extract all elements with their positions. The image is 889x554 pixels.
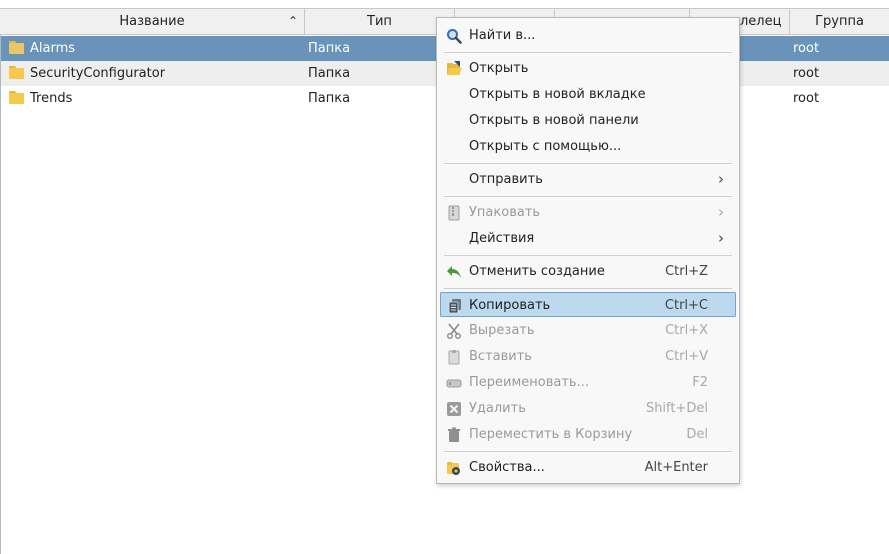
menu-label: Переместить в Корзину bbox=[469, 427, 633, 442]
menu-shortcut: Shift+Del bbox=[645, 401, 708, 416]
undo-icon bbox=[447, 266, 461, 278]
menu-item-move-to-trash[interactable]: Переместить в Корзину Del bbox=[440, 422, 736, 447]
column-header-group[interactable]: Группа bbox=[790, 9, 889, 34]
column-type-label: Тип bbox=[367, 14, 392, 29]
menu-label: Действия bbox=[469, 231, 535, 246]
properties-icon bbox=[447, 462, 460, 475]
menu-separator bbox=[444, 163, 732, 164]
menu-label: Копировать bbox=[469, 298, 551, 313]
copy-icon bbox=[448, 299, 461, 314]
menu-label: Открыть в новой вкладке bbox=[469, 87, 646, 102]
menu-label: Отправить bbox=[469, 172, 543, 187]
menu-item-pack[interactable]: Упаковать › bbox=[440, 200, 736, 225]
file-type: Папка bbox=[308, 66, 351, 81]
file-group: root bbox=[793, 66, 820, 81]
trash-icon bbox=[448, 427, 460, 442]
menu-shortcut: Ctrl+C bbox=[664, 298, 708, 313]
chevron-right-icon: › bbox=[718, 203, 724, 221]
menu-label: Удалить bbox=[469, 401, 526, 416]
menu-label: Вставить bbox=[469, 349, 532, 364]
menu-separator bbox=[444, 255, 732, 256]
search-icon bbox=[447, 29, 462, 44]
menu-item-find[interactable]: Найти в... bbox=[440, 23, 736, 48]
rename-icon bbox=[446, 379, 462, 388]
menu-label: Открыть bbox=[469, 61, 529, 76]
menu-label: Открыть в новой панели bbox=[469, 113, 639, 128]
chevron-right-icon: › bbox=[718, 170, 724, 188]
menu-item-paste[interactable]: Вставить Ctrl+V bbox=[440, 344, 736, 369]
folder-icon bbox=[9, 41, 24, 54]
menu-shortcut: Ctrl+Z bbox=[665, 264, 708, 279]
column-header-name[interactable]: Название ⌃ bbox=[0, 9, 305, 34]
menu-separator bbox=[444, 52, 732, 53]
menu-item-send[interactable]: Отправить › bbox=[440, 167, 736, 192]
menu-label: Свойства... bbox=[469, 460, 545, 475]
menu-item-copy[interactable]: Копировать Ctrl+C bbox=[440, 292, 736, 317]
menu-item-open-new-tab[interactable]: Открыть в новой вкладке bbox=[440, 82, 736, 107]
menu-label: Отменить создание bbox=[469, 264, 605, 279]
delete-icon bbox=[447, 402, 461, 416]
menu-label: Найти в... bbox=[469, 28, 536, 43]
menu-shortcut: Ctrl+V bbox=[665, 349, 708, 364]
menu-item-delete[interactable]: Удалить Shift+Del bbox=[440, 396, 736, 421]
menu-label: Открыть с помощью... bbox=[469, 139, 622, 154]
menu-separator bbox=[444, 196, 732, 197]
menu-label: Переименовать... bbox=[469, 375, 589, 390]
file-group: root bbox=[793, 91, 820, 106]
menu-label: Упаковать bbox=[469, 205, 541, 220]
menu-item-open-new-panel[interactable]: Открыть в новой панели bbox=[440, 108, 736, 133]
menu-item-cut[interactable]: Вырезать Ctrl+X bbox=[440, 318, 736, 343]
menu-separator bbox=[444, 451, 732, 452]
column-name-label: Название bbox=[119, 14, 185, 29]
menu-item-undo[interactable]: Отменить создание Ctrl+Z bbox=[440, 259, 736, 284]
column-header-type[interactable]: Тип bbox=[305, 9, 455, 34]
menu-label: Вырезать bbox=[469, 323, 535, 338]
file-name: Alarms bbox=[30, 41, 76, 56]
file-type: Папка bbox=[308, 41, 351, 56]
folder-icon bbox=[9, 91, 24, 104]
menu-shortcut: F2 bbox=[692, 375, 708, 390]
paste-icon bbox=[448, 350, 460, 365]
column-owner-label: лелец bbox=[740, 14, 782, 29]
menu-separator bbox=[444, 288, 732, 289]
menu-item-open[interactable]: Открыть bbox=[440, 56, 736, 81]
scissors-icon bbox=[447, 323, 461, 339]
sort-ascending-icon: ⌃ bbox=[287, 14, 298, 28]
folder-open-icon bbox=[447, 61, 462, 75]
menu-item-properties[interactable]: Свойства... Alt+Enter bbox=[440, 455, 736, 480]
file-group: root bbox=[793, 41, 820, 56]
file-name: Trends bbox=[30, 91, 73, 106]
menu-item-actions[interactable]: Действия › bbox=[440, 226, 736, 251]
column-group-label: Группа bbox=[815, 14, 864, 29]
menu-shortcut: Del bbox=[686, 427, 708, 442]
context-menu: Найти в... Открыть Открыть в новой вклад… bbox=[436, 17, 740, 484]
file-type: Папка bbox=[308, 91, 351, 106]
archive-icon bbox=[448, 205, 460, 221]
menu-item-open-with[interactable]: Открыть с помощью... bbox=[440, 134, 736, 159]
menu-shortcut: Ctrl+X bbox=[665, 323, 708, 338]
folder-icon bbox=[9, 66, 24, 79]
chevron-right-icon: › bbox=[718, 229, 724, 247]
menu-shortcut: Alt+Enter bbox=[644, 460, 708, 475]
menu-item-rename[interactable]: Переименовать... F2 bbox=[440, 370, 736, 395]
file-name: SecurityConfigurator bbox=[30, 66, 166, 81]
